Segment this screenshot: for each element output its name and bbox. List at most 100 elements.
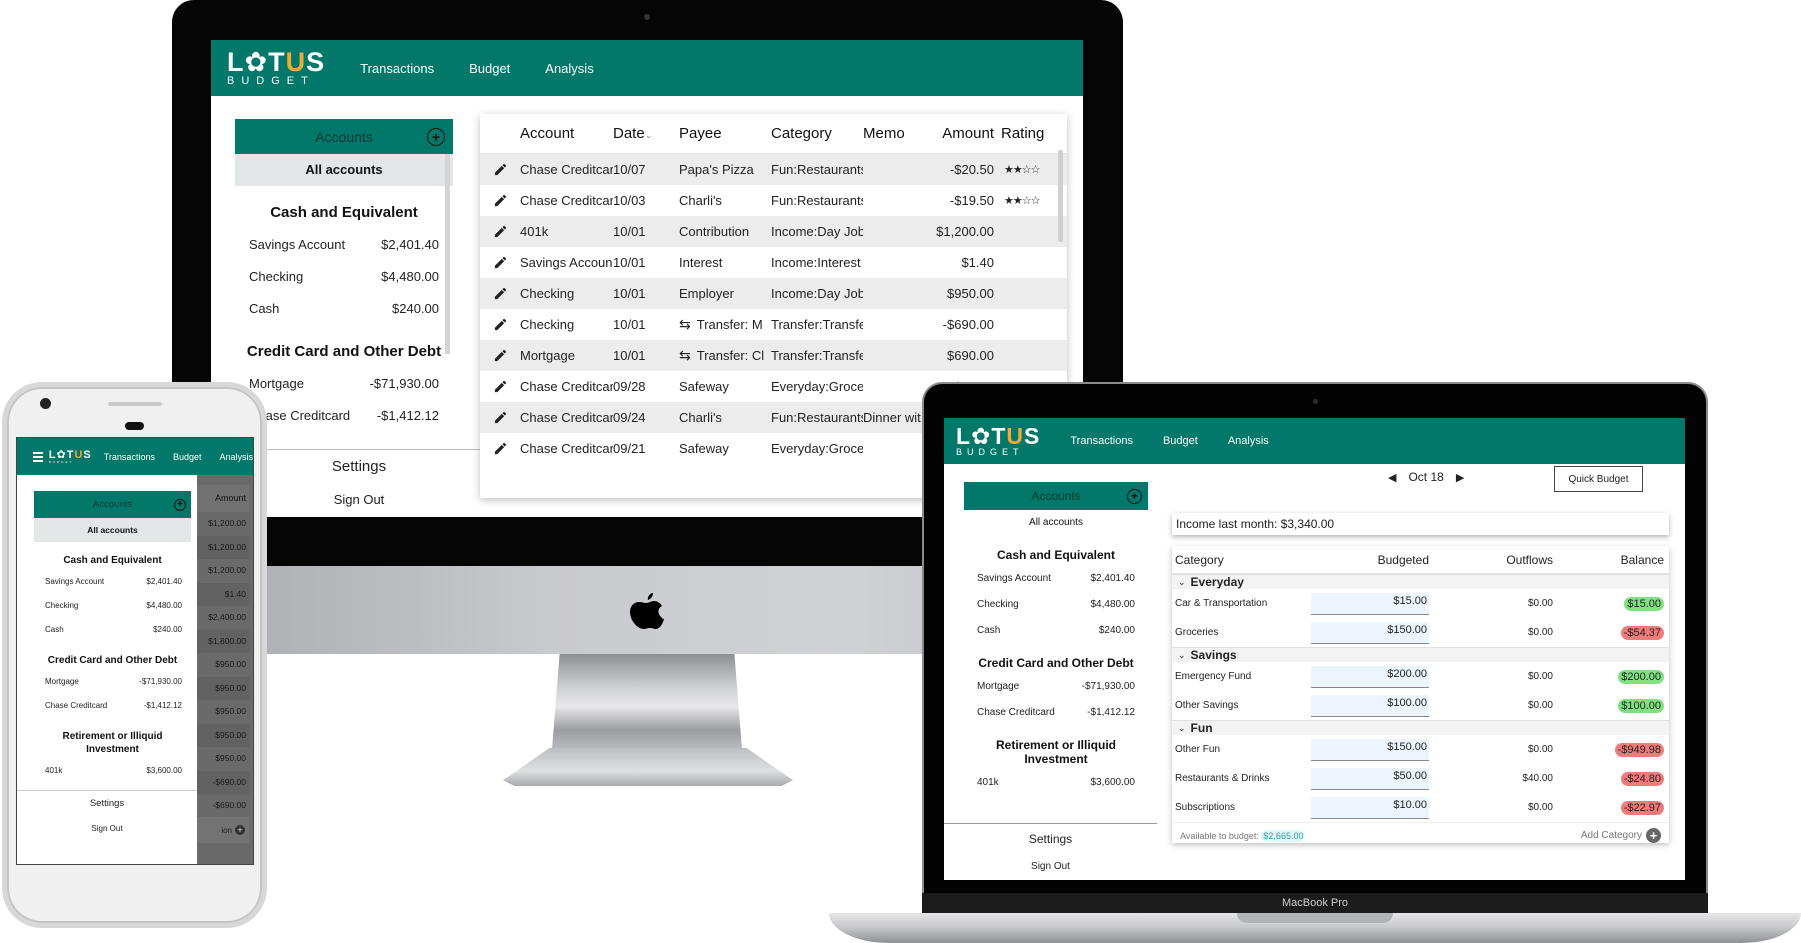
- edit-pencil-icon[interactable]: [480, 224, 520, 239]
- all-accounts-item[interactable]: All accounts: [964, 510, 1148, 536]
- budget-table: Category Budgeted Outflows Balance ⌄ Ever…: [1172, 546, 1669, 843]
- settings-link[interactable]: Settings: [944, 832, 1157, 846]
- all-accounts-item[interactable]: All accounts: [34, 518, 191, 542]
- settings-link[interactable]: Settings: [235, 458, 483, 475]
- monitor-camera: [644, 14, 650, 20]
- table-scrollbar[interactable]: [1058, 150, 1063, 242]
- chevron-down-icon[interactable]: ⌄: [1178, 723, 1186, 734]
- table-row[interactable]: 401k 10/01 Contribution Income:Day Job $1,20…: [480, 216, 1067, 247]
- account-item[interactable]: Mortgage -$71,930.00: [34, 670, 191, 694]
- edit-pencil-icon[interactable]: [480, 317, 520, 332]
- budget-group-header[interactable]: ⌄ Everyday: [1172, 574, 1669, 589]
- col-memo[interactable]: Memo: [863, 125, 933, 142]
- next-month-icon[interactable]: ▶︎: [1456, 471, 1464, 484]
- account-item[interactable]: Mortgage -$71,930.00: [964, 674, 1148, 700]
- edit-pencil-icon[interactable]: [480, 410, 520, 425]
- account-item[interactable]: Checking $4,480.00: [235, 261, 453, 293]
- lotus-budget-logo[interactable]: L ✿ T U S BUDGET: [227, 49, 325, 87]
- nav-budget[interactable]: Budget: [1163, 435, 1198, 447]
- lotus-budget-logo[interactable]: L ✿ T U S BUDGET: [956, 425, 1040, 457]
- phone-earpiece: [125, 422, 144, 430]
- sign-out-link[interactable]: Sign Out: [944, 861, 1157, 872]
- col-category[interactable]: Category: [771, 125, 863, 142]
- account-item[interactable]: Mortgage -$71,930.00: [235, 368, 453, 400]
- nav-transactions[interactable]: Transactions: [1070, 435, 1133, 447]
- all-accounts-item[interactable]: All accounts: [235, 154, 453, 186]
- account-item[interactable]: Checking $4,480.00: [964, 592, 1148, 618]
- quick-budget-button[interactable]: Quick Budget: [1554, 466, 1643, 492]
- table-row[interactable]: Mortgage 10/01 ⇆ Transfer: Cl Transfer:Trans…: [480, 340, 1067, 371]
- table-row[interactable]: Savings Accoun 10/01 Interest Income:Intere…: [480, 247, 1067, 278]
- account-item[interactable]: Chase Creditcard -$1,412.12: [34, 694, 191, 718]
- budget-group-header[interactable]: ⌄ Fun: [1172, 720, 1669, 735]
- nav-budget[interactable]: Budget: [173, 452, 202, 462]
- dimmed-amount: -$690.00: [212, 800, 246, 810]
- edit-pencil-icon[interactable]: [480, 348, 520, 363]
- add-account-icon[interactable]: +: [174, 498, 186, 511]
- dimmed-transactions-overlay[interactable]: Amount $1,200.00 $1,200.00 $1,200.00 $1.40 $…: [197, 475, 253, 864]
- table-row[interactable]: Chase Creditcar 10/03 Charli's Fun:Restaura…: [480, 185, 1067, 216]
- budgeted-input[interactable]: $100.00: [1311, 694, 1429, 717]
- nav-analysis[interactable]: Analysis: [1228, 435, 1269, 447]
- edit-pencil-icon[interactable]: [480, 193, 520, 208]
- account-item[interactable]: Savings Account $2,401.40: [235, 229, 453, 261]
- rating-stars[interactable]: ★★☆☆: [994, 163, 1054, 176]
- budgeted-input[interactable]: $10.00: [1311, 796, 1429, 819]
- add-account-icon[interactable]: +: [427, 127, 445, 146]
- col-payee[interactable]: Payee: [679, 125, 771, 142]
- sign-out-link[interactable]: Sign Out: [235, 492, 483, 507]
- budget-row: Emergency Fund $200.00 $0.00 $200.00: [1172, 662, 1669, 691]
- col-date[interactable]: Date⌄: [613, 125, 679, 142]
- budgeted-input[interactable]: $150.00: [1311, 621, 1429, 644]
- add-category-button[interactable]: Add Category +: [1581, 828, 1661, 843]
- account-item[interactable]: Chase Creditcard -$1,412.12: [964, 700, 1148, 726]
- nav-analysis[interactable]: Analysis: [545, 61, 593, 76]
- sign-out-link[interactable]: Sign Out: [17, 824, 197, 833]
- chevron-down-icon[interactable]: ⌄: [1178, 577, 1186, 588]
- nav-analysis[interactable]: Analysis: [219, 452, 253, 462]
- col-account[interactable]: Account: [520, 125, 613, 142]
- budget-group-header[interactable]: ⌄ Savings: [1172, 647, 1669, 662]
- settings-link[interactable]: Settings: [17, 798, 197, 809]
- col-amount[interactable]: Amount: [933, 125, 994, 142]
- col-rating[interactable]: Rating: [994, 125, 1054, 142]
- budgeted-input[interactable]: $50.00: [1311, 767, 1429, 790]
- cell-date: 10/01: [613, 348, 646, 363]
- account-group-title: Retirement or Illiquid Investment: [62, 731, 163, 755]
- edit-pencil-icon[interactable]: [480, 379, 520, 394]
- sidebar-scrollbar[interactable]: [445, 154, 450, 354]
- account-item[interactable]: Cash $240.00: [235, 293, 453, 325]
- account-balance: -$71,930.00: [139, 677, 182, 686]
- lotus-budget-logo[interactable]: L ✿ T U S BUDGET: [49, 449, 92, 464]
- edit-pencil-icon[interactable]: [480, 441, 520, 456]
- edit-pencil-icon[interactable]: [480, 255, 520, 270]
- budgeted-input[interactable]: $150.00: [1311, 738, 1429, 761]
- budgeted-input[interactable]: $200.00: [1311, 665, 1429, 688]
- account-item[interactable]: Checking $4,480.00: [34, 594, 191, 618]
- nav-transactions[interactable]: Transactions: [104, 452, 155, 462]
- table-row[interactable]: Chase Creditcar 10/07 Papa's Pizza Fun:Rest…: [480, 154, 1067, 185]
- chevron-down-icon[interactable]: ⌄: [1178, 650, 1186, 661]
- account-item[interactable]: Chase Creditcard -$1,412.12: [235, 400, 453, 432]
- cell-date: 10/01: [613, 286, 646, 301]
- previous-month-icon[interactable]: ◀︎: [1388, 471, 1396, 484]
- edit-pencil-icon[interactable]: [480, 162, 520, 177]
- account-item[interactable]: 401k $3,600.00: [964, 770, 1148, 796]
- table-row[interactable]: Checking 10/01 Employer Income:Day Job $950.…: [480, 278, 1067, 309]
- edit-pencil-icon[interactable]: [480, 286, 520, 301]
- account-item[interactable]: Savings Account $2,401.40: [34, 570, 191, 594]
- dimmed-amount: $950.00: [215, 706, 246, 716]
- account-item[interactable]: Cash $240.00: [34, 618, 191, 642]
- hamburger-menu-icon[interactable]: [33, 451, 43, 462]
- nav-transactions[interactable]: Transactions: [360, 61, 434, 76]
- table-row[interactable]: Checking 10/01 ⇆ Transfer: M Transfer:Transf…: [480, 309, 1067, 340]
- rating-stars[interactable]: ★★☆☆: [994, 194, 1054, 207]
- add-account-icon[interactable]: +: [1127, 488, 1142, 504]
- nav-budget[interactable]: Budget: [469, 61, 510, 76]
- account-name: Cash: [249, 301, 280, 316]
- account-item[interactable]: Savings Account $2,401.40: [964, 566, 1148, 592]
- budgeted-input[interactable]: $15.00: [1311, 592, 1429, 615]
- account-item[interactable]: Cash $240.00: [964, 618, 1148, 644]
- account-item[interactable]: 401k $3,600.00: [34, 759, 191, 783]
- cell-payee-text: Transfer: Cl: [696, 348, 765, 363]
